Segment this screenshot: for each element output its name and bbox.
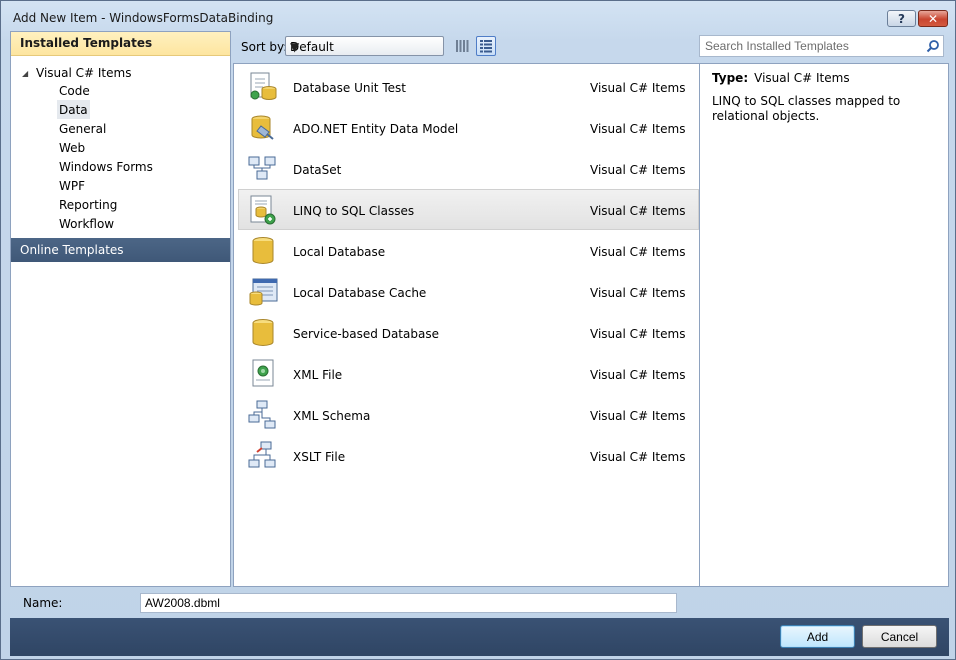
online-templates-header[interactable]: Online Templates (11, 238, 230, 262)
tree-item-reporting[interactable]: Reporting (57, 195, 119, 214)
small-icons-view-icon (456, 40, 469, 52)
template-name: XML File (293, 368, 343, 382)
type-label: Type: (712, 71, 749, 85)
template-type: Visual C# Items (590, 327, 686, 341)
template-row[interactable]: XML Schema Visual C# Items (238, 394, 699, 435)
sort-by-label: Sort by: (241, 40, 288, 54)
template-name: XSLT File (293, 450, 346, 464)
template-row[interactable]: Local Database Visual C# Items (238, 230, 699, 271)
template-type: Visual C# Items (590, 81, 686, 95)
cancel-button[interactable]: Cancel (862, 625, 937, 648)
installed-templates-header[interactable]: Installed Templates (11, 32, 230, 56)
template-name: Service-based Database (293, 327, 439, 341)
tree-item-general[interactable]: General (57, 119, 108, 138)
expand-arrow-icon[interactable]: ◢ (22, 69, 36, 78)
search-input[interactable] (705, 38, 915, 54)
template-type: Visual C# Items (590, 368, 686, 382)
database-cache-icon (247, 276, 279, 308)
tree-item-web[interactable]: Web (57, 138, 87, 157)
help-button[interactable]: ? (887, 10, 916, 27)
template-row[interactable]: DataSet Visual C# Items (238, 148, 699, 189)
entity-data-model-icon (247, 112, 279, 144)
template-name: Database Unit Test (293, 81, 406, 95)
linq-to-sql-icon (247, 194, 279, 226)
template-row[interactable]: ADO.NET Entity Data Model Visual C# Items (238, 107, 699, 148)
add-button[interactable]: Add (780, 625, 855, 648)
database-cylinder-icon (247, 235, 279, 267)
template-name: Local Database (293, 245, 386, 259)
template-type: Visual C# Items (590, 409, 686, 423)
template-row[interactable]: LINQ to SQL Classes Visual C# Items (238, 189, 699, 230)
xslt-file-icon (247, 440, 279, 472)
template-type: Visual C# Items (590, 204, 686, 218)
tree-item-windows-forms[interactable]: Windows Forms (57, 157, 155, 176)
template-type: Visual C# Items (590, 286, 686, 300)
template-categories-pane: Installed Templates ◢ Visual C# Items Co… (10, 31, 231, 587)
template-type: Visual C# Items (590, 245, 686, 259)
template-type: Visual C# Items (590, 450, 686, 464)
title-bar: Add New Item - WindowsFormsDataBinding ?… (1, 1, 955, 31)
sort-by-dropdown[interactable]: Default ▼ (285, 36, 444, 56)
close-button[interactable]: ✕ (918, 10, 948, 27)
type-value: Visual C# Items (754, 71, 850, 85)
dataset-icon (247, 153, 279, 185)
small-icons-view-button[interactable] (452, 36, 472, 56)
template-row[interactable]: XML File Visual C# Items (238, 353, 699, 394)
template-name: LINQ to SQL Classes (293, 204, 415, 218)
name-label: Name: (23, 596, 63, 610)
xml-file-icon (247, 358, 279, 390)
template-row[interactable]: XSLT File Visual C# Items (238, 435, 699, 476)
tree-item-code[interactable]: Code (57, 81, 92, 100)
tree-root-label: Visual C# Items (36, 66, 132, 80)
add-new-item-dialog: Add New Item - WindowsFormsDataBinding ?… (0, 0, 956, 660)
chevron-down-icon: ▼ (290, 40, 300, 54)
details-view-icon (480, 40, 492, 53)
template-details-pane: Type: Visual C# Items LINQ to SQL classes… (699, 63, 949, 587)
search-icon[interactable] (926, 39, 940, 53)
template-row[interactable]: Local Database Cache Visual C# Items (238, 271, 699, 312)
database-unit-test-icon (247, 71, 279, 103)
online-templates-label: Online Templates (20, 243, 124, 257)
template-type-line: Type: Visual C# Items (712, 71, 850, 85)
tree-item-wpf[interactable]: WPF (57, 176, 87, 195)
installed-templates-label: Installed Templates (20, 36, 153, 50)
tree-item-workflow[interactable]: Workflow (57, 214, 116, 233)
template-list: Database Unit Test Visual C# Items ADO.NET… (233, 63, 699, 587)
template-row[interactable]: Service-based Database Visual C# Items (238, 312, 699, 353)
window-title: Add New Item - WindowsFormsDataBinding (13, 11, 274, 25)
search-installed-templates[interactable] (699, 35, 944, 57)
template-name: XML Schema (293, 409, 371, 423)
template-type: Visual C# Items (590, 122, 686, 136)
tree-item-data[interactable]: Data (57, 100, 90, 119)
template-description: LINQ to SQL classes mapped to relational… (712, 94, 901, 123)
template-name: Local Database Cache (293, 286, 427, 300)
template-name: ADO.NET Entity Data Model (293, 122, 459, 136)
template-name: DataSet (293, 163, 342, 177)
details-view-button[interactable] (476, 36, 496, 56)
template-row[interactable]: Database Unit Test Visual C# Items (238, 66, 699, 107)
template-type: Visual C# Items (590, 163, 686, 177)
name-field[interactable] (140, 593, 677, 613)
database-cylinder-icon (247, 317, 279, 349)
tree-root-visual-csharp[interactable]: ◢ Visual C# Items (22, 64, 131, 82)
xml-schema-icon (247, 399, 279, 431)
